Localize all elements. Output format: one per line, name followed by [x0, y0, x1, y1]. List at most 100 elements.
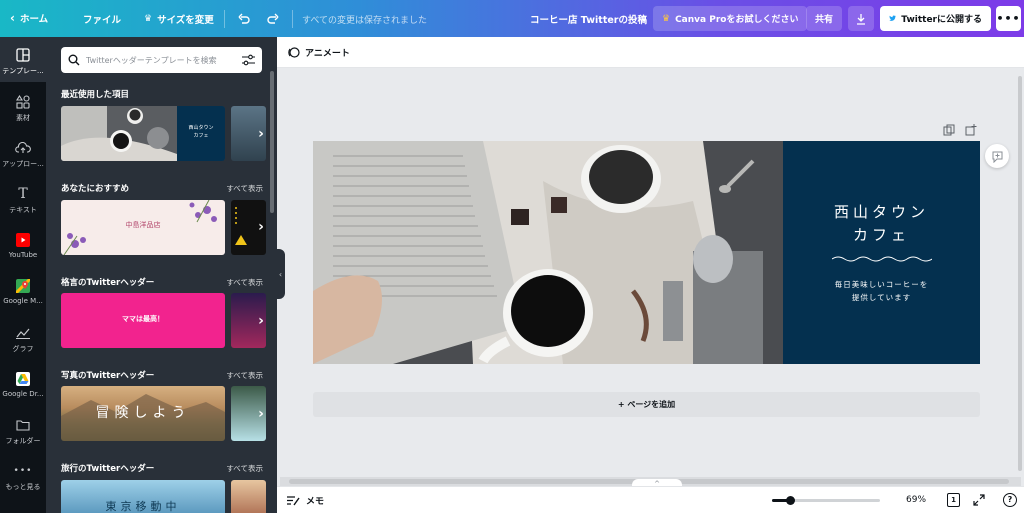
twitter-bird-icon	[889, 15, 896, 21]
panel-scrollbar[interactable]	[270, 71, 274, 213]
chevron-right-icon[interactable]: ›	[253, 126, 269, 142]
publish-twitter-button[interactable]: Twitterに公開する	[880, 6, 991, 31]
collapse-panel-button[interactable]: ‹	[276, 249, 285, 299]
coffee-photo-thumb	[61, 106, 177, 161]
quote-template-thumb[interactable]: ママは最高！	[61, 293, 225, 348]
crown-icon: ♛	[662, 13, 671, 24]
page-number: 1	[951, 496, 956, 504]
resize-label: サイズを変更	[157, 15, 214, 26]
memo-button[interactable]: メモ	[287, 494, 324, 507]
template-search[interactable]	[61, 47, 262, 73]
chevron-right-icon[interactable]: ›	[253, 219, 269, 235]
canva-pro-label: Canva Proをお試しください	[675, 15, 799, 25]
editor-subbar: アニメート	[277, 37, 1024, 68]
download-button[interactable]	[848, 6, 874, 31]
folder-icon	[15, 417, 31, 433]
sidebar-item-label: YouTube	[8, 251, 38, 259]
canvas-vertical-scrollbar[interactable]	[1016, 68, 1024, 477]
wave-divider	[832, 256, 932, 262]
travel-template-thumb[interactable]: 東京移動中	[61, 480, 225, 513]
sidebar-item-youtube[interactable]: YouTube	[0, 232, 46, 259]
travel-thumb-text: 東京移動中	[105, 500, 181, 513]
home-label: ホーム	[19, 14, 49, 25]
notes-icon	[287, 496, 300, 506]
section-title: 最近使用した項目	[61, 90, 130, 100]
sidebar-item-templates[interactable]: テンプレー...	[0, 37, 46, 82]
text-icon: T	[18, 186, 28, 202]
show-all-link[interactable]: すべて表示	[226, 463, 263, 474]
recent-template-thumb[interactable]: 西山タウン カフェ	[61, 106, 225, 161]
home-button[interactable]: ‹ ホーム	[10, 11, 48, 25]
sidebar-item-label: Google M...	[3, 297, 43, 305]
page-copy-button[interactable]	[943, 124, 955, 136]
help-button[interactable]: ?	[1003, 493, 1017, 507]
animate-button[interactable]: アニメート	[287, 46, 350, 59]
save-status: すべての変更は保存されました	[302, 16, 428, 26]
recent-thumb-navy: 西山タウン カフェ	[177, 106, 225, 161]
photo-template-thumb[interactable]: 冒険しよう	[61, 386, 225, 441]
redo-button[interactable]	[265, 11, 281, 27]
more-menu-button[interactable]: •••	[996, 6, 1021, 31]
more-dots-icon: •••	[13, 466, 33, 476]
filter-icon[interactable]	[242, 54, 255, 66]
comment-plus-icon	[992, 151, 1002, 163]
help-label: ?	[1007, 495, 1013, 504]
sidebar-item-folders[interactable]: フォルダー	[0, 417, 46, 446]
page-add-button[interactable]	[965, 124, 977, 136]
left-rail: テンプレー... 素材 アップロー... T テキスト YouTube Goog…	[0, 37, 46, 513]
design-subtitle[interactable]: 毎日美味しいコーヒーを 提供しています	[783, 278, 980, 304]
search-input[interactable]	[86, 55, 236, 65]
show-all-link[interactable]: すべて表示	[226, 277, 263, 288]
download-icon	[857, 13, 865, 25]
expand-icon	[973, 494, 985, 506]
google-maps-icon	[15, 278, 31, 294]
sidebar-item-label: テンプレー...	[2, 67, 44, 75]
photo-thumb-text: 冒険しよう	[95, 405, 191, 421]
document-title[interactable]: コーヒー店 Twitterの投稿	[530, 12, 647, 26]
undo-button[interactable]	[236, 11, 252, 27]
show-all-link[interactable]: すべて表示	[226, 370, 263, 381]
zoom-percent[interactable]: 69%	[906, 495, 926, 505]
zoom-slider[interactable]	[772, 496, 880, 505]
add-page-icon	[965, 124, 977, 136]
share-label: 共有	[815, 15, 834, 25]
resize-button[interactable]: ♛ サイズを変更	[144, 12, 214, 26]
share-button[interactable]: 共有	[806, 6, 842, 31]
sidebar-item-google-maps[interactable]: Google M...	[0, 278, 46, 305]
design-title[interactable]: 西山タウン カフェ	[783, 201, 980, 247]
sidebar-item-uploads[interactable]: アップロー...	[0, 140, 46, 169]
divider	[224, 10, 225, 28]
fullscreen-button[interactable]	[973, 494, 985, 509]
template-icon	[15, 47, 31, 63]
elements-icon	[15, 94, 31, 110]
design-artboard[interactable]: 西山タウン カフェ 毎日美味しいコーヒーを 提供しています	[313, 141, 980, 364]
page-count-button[interactable]: 1	[947, 493, 960, 507]
chevron-right-icon[interactable]: ›	[253, 406, 269, 422]
redo-icon	[267, 13, 279, 24]
sidebar-item-google-drive[interactable]: Google Dr...	[0, 371, 46, 398]
scroll-thumb[interactable]	[1018, 76, 1022, 471]
sidebar-item-more[interactable]: ••• もっと見る	[0, 463, 46, 492]
add-page-button[interactable]: + ページを追加	[313, 392, 980, 417]
top-toolbar: ‹ ホーム ファイル ♛ サイズを変更 すべての変更は保存されました コーヒー店…	[0, 0, 1024, 37]
quote-thumb-text: ママは最高！	[122, 315, 164, 323]
file-menu-button[interactable]: ファイル	[83, 12, 121, 26]
canva-pro-button[interactable]: ♛ Canva Proをお試しください	[653, 6, 808, 31]
sidebar-item-label: テキスト	[9, 206, 37, 214]
recommend-thumb-text: 中島洋品店	[125, 221, 161, 229]
undo-icon	[238, 13, 250, 24]
sidebar-item-text[interactable]: T テキスト	[0, 186, 46, 215]
file-label: ファイル	[83, 15, 122, 26]
show-all-link[interactable]: すべて表示	[226, 183, 263, 194]
sidebar-item-charts[interactable]: グラフ	[0, 325, 46, 354]
recommend-template-thumb[interactable]: 中島洋品店	[61, 200, 225, 255]
section-title: 格言のTwitterヘッダー	[61, 278, 155, 288]
chevron-right-icon[interactable]: ›	[253, 313, 269, 329]
add-comment-button[interactable]	[985, 144, 1009, 168]
sidebar-item-elements[interactable]: 素材	[0, 94, 46, 123]
add-page-label: + ページを追加	[617, 400, 676, 409]
zoom-slider-knob[interactable]	[785, 496, 795, 505]
travel-template-thumb-2[interactable]	[231, 480, 266, 513]
animate-label: アニメート	[305, 48, 350, 59]
duplicate-page-icon	[943, 124, 955, 136]
